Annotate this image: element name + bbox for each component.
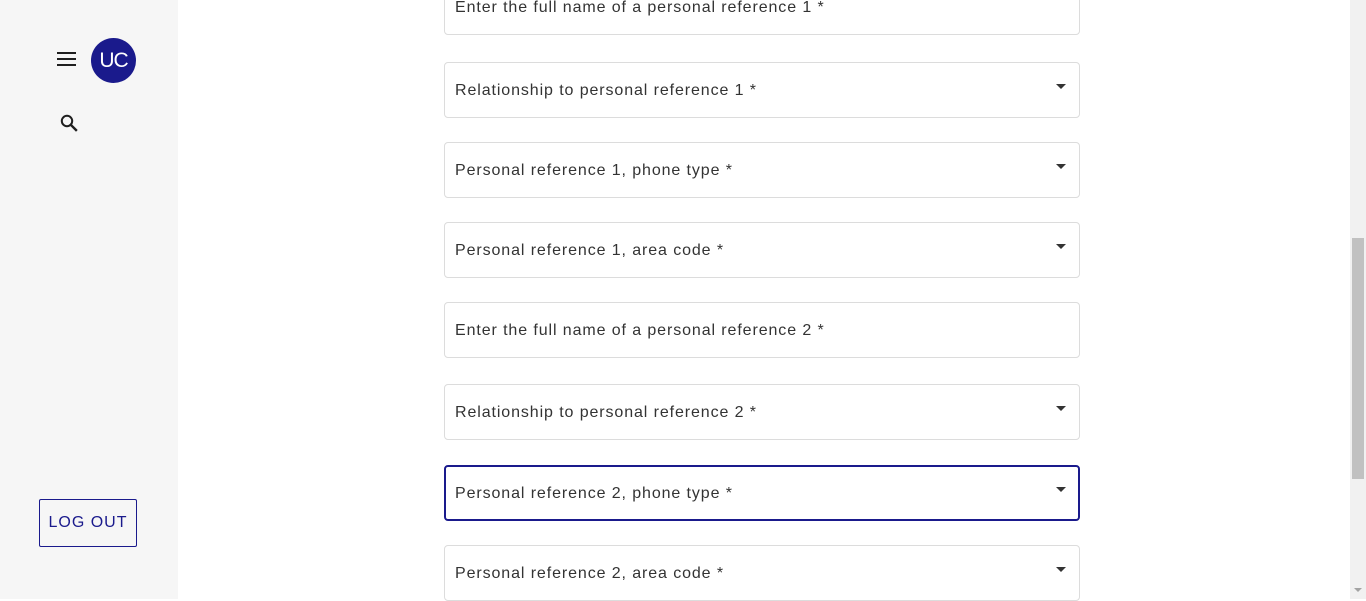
reference-2-name-field[interactable]: Enter the full name of a personal refere… — [444, 302, 1080, 358]
search-icon[interactable] — [59, 113, 79, 133]
field-label: Personal reference 1, phone type * — [455, 162, 733, 179]
chevron-down-icon — [1056, 487, 1066, 492]
reference-1-relationship-select[interactable]: Relationship to personal reference 1 * — [444, 62, 1080, 118]
reference-1-name-field[interactable]: Enter the full name of a personal refere… — [444, 0, 1080, 35]
field-label: Personal reference 1, area code * — [455, 242, 724, 259]
chevron-down-icon — [1056, 567, 1066, 572]
reference-1-phone-type-select[interactable]: Personal reference 1, phone type * — [444, 142, 1080, 198]
menu-icon[interactable] — [57, 52, 76, 67]
chevron-down-icon — [1056, 406, 1066, 411]
field-label: Personal reference 2, area code * — [455, 565, 724, 582]
scrollbar-thumb[interactable] — [1352, 238, 1364, 479]
field-label: Relationship to personal reference 2 * — [455, 404, 757, 421]
chevron-down-icon — [1056, 164, 1066, 169]
field-label: Relationship to personal reference 1 * — [455, 82, 757, 99]
sidebar: UC LOG OUT — [0, 0, 178, 599]
scroll-down-arrow-icon[interactable] — [1354, 588, 1362, 592]
field-label: Personal reference 2, phone type * — [455, 485, 733, 502]
avatar[interactable]: UC — [91, 38, 136, 83]
reference-2-area-code-select[interactable]: Personal reference 2, area code * — [444, 545, 1080, 601]
main-content: Enter the full name of a personal refere… — [178, 0, 1350, 601]
reference-2-phone-type-select[interactable]: Personal reference 2, phone type * — [444, 465, 1080, 521]
chevron-down-icon — [1056, 244, 1066, 249]
reference-1-area-code-select[interactable]: Personal reference 1, area code * — [444, 222, 1080, 278]
field-label: Enter the full name of a personal refere… — [455, 322, 825, 339]
reference-2-relationship-select[interactable]: Relationship to personal reference 2 * — [444, 384, 1080, 440]
vertical-scrollbar[interactable] — [1350, 0, 1366, 599]
logout-button[interactable]: LOG OUT — [39, 499, 137, 547]
chevron-down-icon — [1056, 84, 1066, 89]
field-label: Enter the full name of a personal refere… — [455, 0, 825, 16]
